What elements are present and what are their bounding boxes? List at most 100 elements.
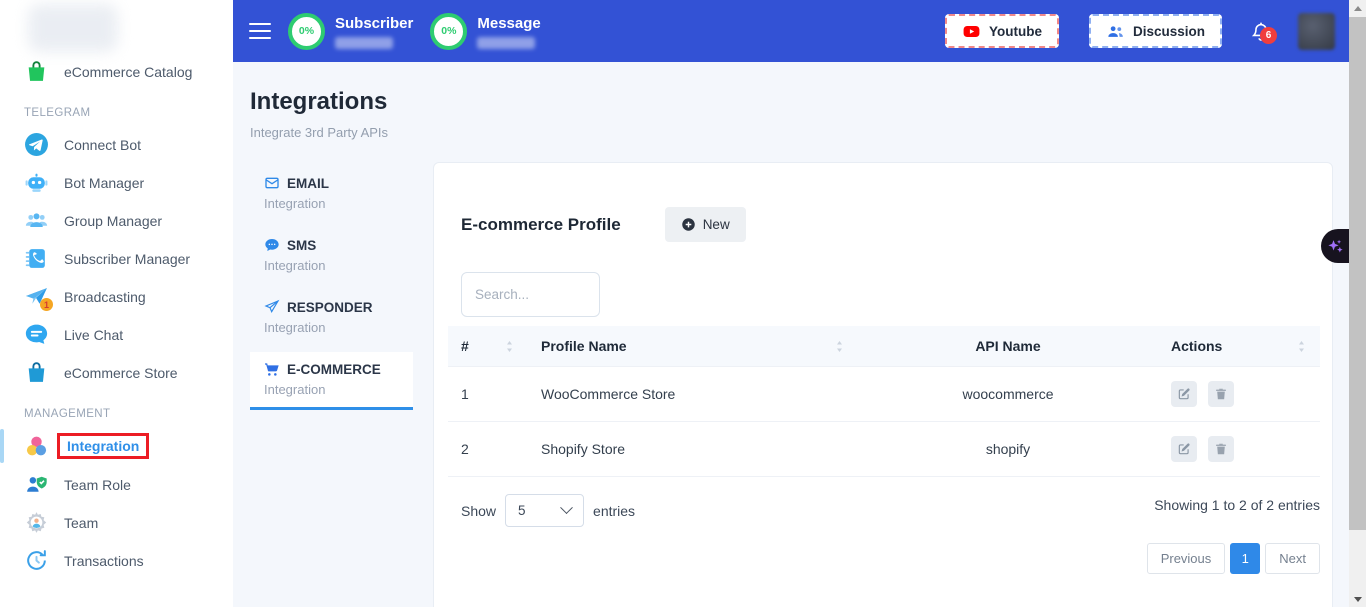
envelope-icon — [264, 175, 280, 191]
plus-circle-icon — [681, 217, 696, 232]
column-header-num[interactable]: # — [448, 326, 528, 367]
sidebar-item-bot-manager[interactable]: Bot Manager — [0, 164, 233, 201]
search-input[interactable] — [461, 272, 600, 317]
profile-name-cell: Shopify Store — [528, 422, 858, 477]
table-row: 2 Shopify Store shopify — [448, 422, 1320, 477]
entries-label: entries — [593, 503, 635, 519]
sidebar-item-label: Integration — [67, 438, 139, 454]
main-content: Integrations Integrate 3rd Party APIs EM… — [233, 62, 1349, 607]
scrollbar-thumb[interactable] — [1349, 17, 1366, 530]
message-progress-ring: 0% — [430, 13, 467, 50]
delete-button[interactable] — [1208, 381, 1234, 407]
sidebar-item-broadcasting[interactable]: 1 Broadcasting — [0, 278, 233, 315]
message-stat-label: Message — [477, 15, 540, 32]
trash-icon — [1214, 442, 1228, 456]
current-page-button[interactable]: 1 — [1230, 543, 1260, 574]
chat-bubble-icon — [24, 322, 49, 347]
sidebar-item-live-chat[interactable]: Live Chat — [0, 316, 233, 353]
sidebar-item-connect-bot[interactable]: Connect Bot — [0, 126, 233, 163]
shopping-bag-blue-icon — [24, 360, 49, 385]
sidebar-item-label: Bot Manager — [64, 175, 144, 191]
show-label: Show — [461, 503, 496, 519]
sidebar-item-label: Connect Bot — [64, 137, 141, 153]
sidebar-item-integration[interactable]: Integration — [0, 427, 233, 465]
row-number: 1 — [448, 367, 528, 422]
sidebar-item-group-manager[interactable]: Group Manager — [0, 202, 233, 239]
sidebar-item-team-role[interactable]: Team Role — [0, 466, 233, 503]
sidebar-item-label: Group Manager — [64, 213, 162, 229]
robot-icon — [24, 170, 49, 195]
scroll-up-arrow[interactable] — [1349, 0, 1366, 16]
discussion-button[interactable]: Discussion — [1089, 14, 1222, 48]
subscriber-progress-ring: 0% — [288, 13, 325, 50]
integration-circles-icon — [24, 434, 49, 459]
subnav-item-ecommerce[interactable]: E-COMMERCE Integration — [250, 352, 413, 410]
history-clock-icon — [24, 548, 49, 573]
column-header-profile-name[interactable]: Profile Name — [528, 326, 858, 367]
sidebar-section-management: MANAGEMENT — [0, 392, 233, 426]
notifications-button[interactable]: 6 — [1250, 20, 1272, 43]
panel-title: E-commerce Profile — [461, 215, 621, 235]
broadcast-plane-icon: 1 — [24, 284, 49, 309]
delete-button[interactable] — [1208, 436, 1234, 462]
subscriber-stat-value-blurred — [335, 37, 393, 49]
column-header-actions[interactable]: Actions — [1158, 326, 1320, 367]
sidebar-item-label: Team Role — [64, 477, 131, 493]
sidebar-item-transactions[interactable]: Transactions — [0, 542, 233, 579]
subnav-item-responder[interactable]: RESPONDER Integration — [250, 290, 413, 345]
previous-page-button[interactable]: Previous — [1147, 543, 1226, 574]
sidebar-item-subscriber-manager[interactable]: Subscriber Manager — [0, 240, 233, 277]
contacts-book-icon — [24, 246, 49, 271]
entries-select[interactable]: 5 — [505, 494, 584, 527]
sidebar-item-ecommerce-store[interactable]: eCommerce Store — [0, 354, 233, 391]
api-name-cell: woocommerce — [858, 367, 1158, 422]
edit-button[interactable] — [1171, 381, 1197, 407]
broadcast-count-badge: 1 — [40, 298, 53, 311]
sort-icon — [834, 340, 845, 353]
people-icon — [1106, 22, 1125, 41]
column-header-api-name[interactable]: API Name — [858, 326, 1158, 367]
api-name-cell: shopify — [858, 422, 1158, 477]
youtube-button[interactable]: Youtube — [945, 14, 1059, 48]
subnav-item-sms[interactable]: SMS Integration — [250, 228, 413, 283]
table-row: 1 WooCommerce Store woocommerce — [448, 367, 1320, 422]
sort-icon — [504, 340, 515, 353]
table-header-row: # Profile Name API Name Actions — [448, 326, 1320, 367]
role-shield-icon — [24, 472, 49, 497]
new-profile-button[interactable]: New — [665, 207, 746, 242]
sidebar-item-ecommerce-catalog[interactable]: eCommerce Catalog — [0, 53, 233, 90]
shopping-bag-green-icon — [24, 59, 49, 84]
sidebar-item-label: Team — [64, 515, 98, 531]
topbar: 0% Subscriber 0% Message Youtube Discuss… — [233, 0, 1349, 62]
ai-assistant-button[interactable] — [1321, 229, 1349, 263]
scroll-down-arrow[interactable] — [1349, 591, 1366, 607]
sidebar: eCommerce Catalog TELEGRAM Connect Bot B… — [0, 0, 233, 607]
annotation-highlight-box: Integration — [57, 433, 149, 459]
pagination: Previous 1 Next — [448, 543, 1320, 574]
next-page-button[interactable]: Next — [1265, 543, 1320, 574]
sort-icon — [1296, 340, 1307, 353]
row-number: 2 — [448, 422, 528, 477]
vertical-scrollbar — [1349, 0, 1366, 607]
subnav-item-email[interactable]: EMAIL Integration — [250, 166, 413, 221]
sidebar-item-label: eCommerce Store — [64, 365, 178, 381]
paper-plane-icon — [264, 299, 280, 315]
sms-bubble-icon — [264, 237, 280, 253]
page-title: Integrations — [250, 88, 1349, 116]
chevron-down-icon — [560, 501, 573, 514]
ecommerce-profile-card: E-commerce Profile New # Profile Name AP… — [433, 162, 1333, 607]
trash-icon — [1214, 387, 1228, 401]
sidebar-item-label: Live Chat — [64, 327, 123, 343]
user-avatar[interactable] — [1298, 13, 1335, 50]
sidebar-item-team[interactable]: Team — [0, 504, 233, 541]
sparkles-icon — [1326, 237, 1345, 256]
hamburger-menu-icon[interactable] — [249, 18, 271, 44]
app-logo — [28, 4, 118, 52]
sidebar-item-label: Subscriber Manager — [64, 251, 190, 267]
subscriber-stat-label: Subscriber — [335, 15, 413, 32]
team-gear-icon — [24, 510, 49, 535]
telegram-icon — [24, 132, 49, 157]
sidebar-item-label: eCommerce Catalog — [64, 64, 192, 80]
edit-button[interactable] — [1171, 436, 1197, 462]
sidebar-section-telegram: TELEGRAM — [0, 91, 233, 125]
